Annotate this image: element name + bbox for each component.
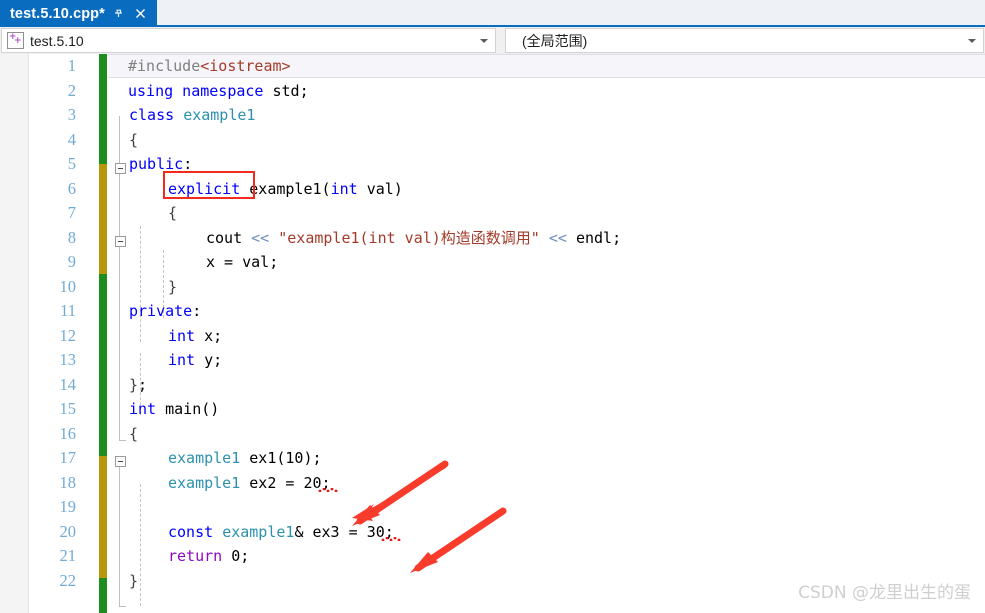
editor-line-current[interactable]: 20 const example1& ex3 = 30; — [0, 520, 985, 545]
line-content: int main() — [129, 400, 220, 418]
project-scope-value: test.5.10 — [30, 32, 84, 49]
error-squiggle — [381, 537, 401, 541]
line-content: cout << "example1(int val)构造函数调用" << end… — [206, 228, 622, 247]
editor-line[interactable]: 14 }; — [0, 373, 985, 398]
editor-line[interactable]: 2 using namespace std; — [0, 79, 985, 104]
line-content: using namespace std; — [128, 81, 309, 100]
line-number: 19 — [59, 497, 77, 516]
editor-line[interactable]: 18 example1 ex2 = 20; — [0, 471, 985, 496]
line-number: 8 — [67, 227, 76, 247]
editor-line[interactable]: 19 — [0, 495, 985, 520]
line-content: x = val; — [206, 253, 279, 271]
editor-line[interactable]: 4 { — [0, 128, 985, 153]
line-content: const example1& ex3 = 30; — [168, 522, 394, 541]
line-content: example1 ex2 = 20; — [168, 473, 331, 492]
line-content: } — [168, 277, 178, 296]
line-content: } — [129, 571, 139, 590]
explicit-keyword-highlight-box — [163, 171, 255, 199]
line-number: 21 — [59, 546, 77, 565]
editor-line[interactable]: 15 int main() — [0, 397, 985, 422]
chevron-down-icon[interactable] — [968, 38, 976, 43]
line-content: int x; — [168, 326, 223, 345]
code-editor[interactable]: 1 #include<iostream> 2 using namespace s… — [0, 54, 985, 613]
line-number: 7 — [67, 203, 76, 222]
close-icon[interactable] — [133, 4, 149, 24]
line-content: }; — [129, 375, 148, 394]
line-number: 18 — [59, 472, 77, 492]
line-number: 5 — [67, 154, 76, 173]
editor-line[interactable]: 13 int y; — [0, 348, 985, 373]
line-number: 11 — [60, 301, 76, 320]
line-number: 16 — [59, 423, 77, 443]
line-content: { — [129, 424, 139, 443]
line-number: 6 — [67, 178, 76, 198]
line-number: 12 — [59, 325, 77, 345]
line-number: 14 — [59, 374, 77, 394]
line-content: return 0; — [168, 547, 250, 565]
editor-line[interactable]: 12 int x; — [0, 324, 985, 349]
line-content: { — [168, 204, 178, 222]
editor-line[interactable]: 6 explicit example1(int val) — [0, 177, 985, 202]
editor-line[interactable]: 10 } — [0, 275, 985, 300]
line-content: { — [129, 130, 139, 149]
editor-line[interactable]: 16 { — [0, 422, 985, 447]
editor-line[interactable]: 7 { — [0, 201, 985, 226]
tab-title: test.5.10.cpp* — [10, 5, 105, 22]
line-number: 15 — [59, 399, 77, 418]
line-number: 3 — [67, 105, 76, 124]
editor-line[interactable]: 3 class example1 — [0, 103, 985, 128]
editor-line[interactable]: 17 example1 ex1(10); — [0, 446, 985, 471]
line-number: 22 — [59, 570, 77, 590]
chevron-down-icon[interactable] — [480, 38, 488, 43]
tab-strip: test.5.10.cpp* — [0, 0, 985, 27]
line-content: example1 ex1(10); — [168, 449, 322, 467]
line-number: 17 — [59, 448, 77, 467]
line-content: int y; — [168, 351, 223, 369]
line-number: 9 — [67, 252, 76, 271]
editor-line[interactable]: 8 cout << "example1(int val)构造函数调用" << e… — [0, 226, 985, 251]
cpp-file-icon: + + — [7, 32, 24, 49]
project-scope-dropdown[interactable]: + + test.5.10 — [1, 28, 496, 53]
line-content: private: — [129, 302, 202, 320]
editor-line[interactable]: 11 private: — [0, 299, 985, 324]
line-number: 20 — [59, 521, 77, 541]
navigation-bar: + + test.5.10 (全局范围) — [0, 27, 985, 54]
member-scope-dropdown[interactable]: (全局范围) — [505, 28, 984, 53]
line-number: 10 — [59, 276, 77, 296]
line-content: #include<iostream> — [128, 57, 291, 75]
error-squiggle — [318, 488, 338, 492]
editor-line[interactable]: 21 return 0; — [0, 544, 985, 569]
line-number: 4 — [67, 129, 76, 149]
line-content: class example1 — [129, 106, 256, 124]
line-number: 13 — [59, 350, 77, 369]
tab-test-5-10-cpp[interactable]: test.5.10.cpp* — [0, 0, 157, 27]
outline-guide-end — [119, 606, 126, 607]
watermark: CSDN @龙里出生的蛋 — [798, 583, 971, 603]
editor-line[interactable]: 9 x = val; — [0, 250, 985, 275]
line-number: 1 — [67, 56, 76, 75]
member-scope-value: (全局范围) — [522, 32, 588, 49]
line-number: 2 — [67, 80, 76, 100]
pin-icon[interactable] — [111, 4, 127, 24]
editor-line[interactable]: 1 #include<iostream> — [0, 54, 985, 79]
editor-line[interactable]: 5 public: — [0, 152, 985, 177]
